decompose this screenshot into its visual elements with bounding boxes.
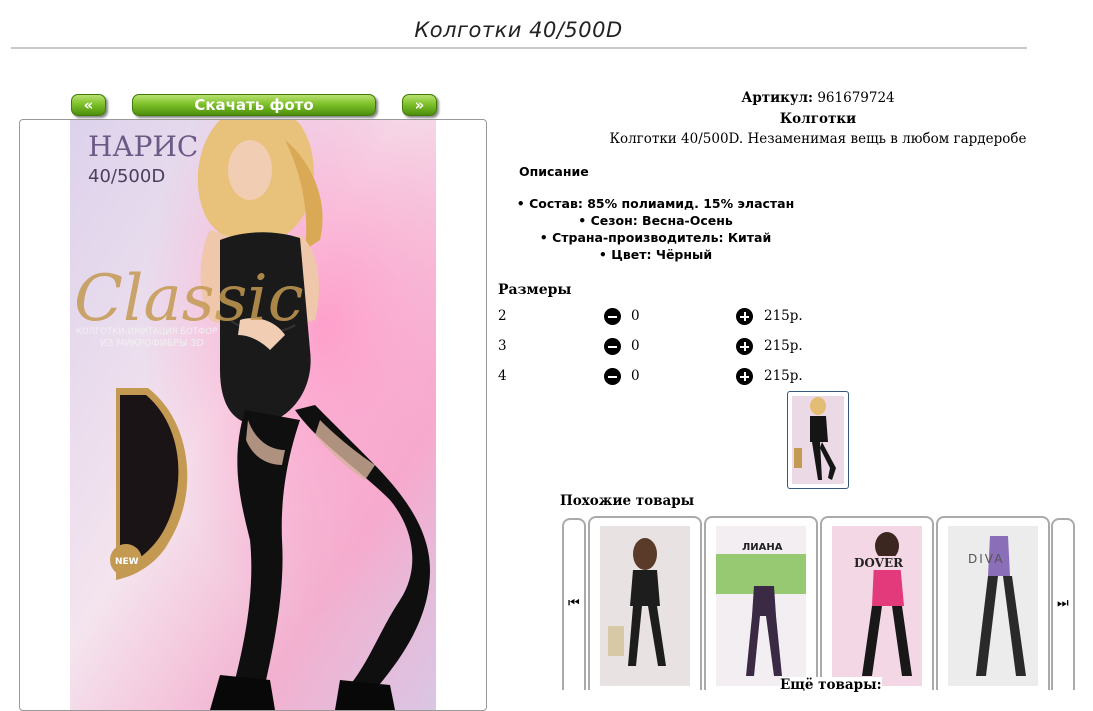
title-divider xyxy=(11,47,1027,49)
photo-density-text: 40/500D xyxy=(88,166,165,187)
quantity-value: 0 xyxy=(631,308,640,324)
sizes-heading: Размеры xyxy=(498,282,572,298)
skip-next-icon: ⏭ xyxy=(1057,596,1069,611)
price-value: 215р. xyxy=(764,338,803,354)
minus-icon[interactable] xyxy=(604,368,621,385)
similar-product-card[interactable] xyxy=(588,516,702,690)
plus-icon[interactable] xyxy=(736,338,753,355)
prev-photo-button[interactable]: « xyxy=(71,94,106,116)
quantity-value: 0 xyxy=(631,368,640,384)
list-item: Сезон: Весна-Осень xyxy=(498,212,813,229)
size-label: 3 xyxy=(498,338,507,354)
minus-icon[interactable] xyxy=(604,338,621,355)
photo-tagline-2: ИЗ МИКРОФИБРЫ 3D xyxy=(100,338,204,349)
photo-brand-text: НАРИС xyxy=(88,130,198,163)
photo-tagline-1: КОЛГОТКИ-ИМИТАЦИЯ БОТФОР xyxy=(76,327,217,337)
similar-product-card[interactable]: DOVER xyxy=(820,516,934,690)
plus-icon[interactable] xyxy=(736,368,753,385)
properties-list: Состав: 85% полиамид. 15% эластан Сезон:… xyxy=(498,195,813,263)
carousel-next-button[interactable]: ⏭ xyxy=(1051,518,1075,690)
card-brand: ЛИАНА xyxy=(742,542,783,553)
product-description: Колготки 40/500D. Незаменимая вещь в люб… xyxy=(609,131,1027,147)
product-photo[interactable]: НАРИС 40/500D Classic КОЛГОТКИ-ИМИТАЦИЯ … xyxy=(70,120,436,710)
list-item: Страна-производитель: Китай xyxy=(498,229,813,246)
price-value: 215р. xyxy=(764,368,803,384)
more-products-label: Ещё товары: xyxy=(780,677,882,693)
similar-heading: Похожие товары xyxy=(560,493,695,509)
product-thumbnail[interactable] xyxy=(787,391,849,489)
card-brand: DOVER xyxy=(854,556,904,570)
skip-previous-icon: ⏮ xyxy=(568,596,580,611)
article-line: Артикул: 961679724 xyxy=(498,90,1093,106)
photo-series-text: Classic xyxy=(74,262,304,336)
page-title: Колготки 40/500D xyxy=(414,18,623,42)
minus-icon[interactable] xyxy=(604,308,621,325)
price-value: 215р. xyxy=(764,308,803,324)
plus-icon[interactable] xyxy=(736,308,753,325)
card-brand: DIVA xyxy=(968,552,1005,566)
quantity-value: 0 xyxy=(631,338,640,354)
similar-product-card[interactable]: DIVA xyxy=(936,516,1050,690)
list-item: Состав: 85% полиамид. 15% эластан xyxy=(498,195,813,212)
similar-product-card[interactable]: ЛИАНА xyxy=(704,516,818,690)
article-value: 961679724 xyxy=(817,90,895,106)
list-item: Цвет: Чёрный xyxy=(498,246,813,263)
description-heading: Описание xyxy=(519,164,589,179)
size-label: 4 xyxy=(498,368,507,384)
photo-new-badge: NEW xyxy=(115,557,139,567)
next-photo-button[interactable]: » xyxy=(402,94,437,116)
carousel-prev-button[interactable]: ⏮ xyxy=(562,518,586,690)
article-label: Артикул: xyxy=(741,90,814,106)
size-label: 2 xyxy=(498,308,507,324)
product-photo-frame: НАРИС 40/500D Classic КОЛГОТКИ-ИМИТАЦИЯ … xyxy=(19,119,487,711)
product-name: Колготки xyxy=(779,111,857,127)
download-photo-button[interactable]: Скачать фото xyxy=(132,94,376,116)
